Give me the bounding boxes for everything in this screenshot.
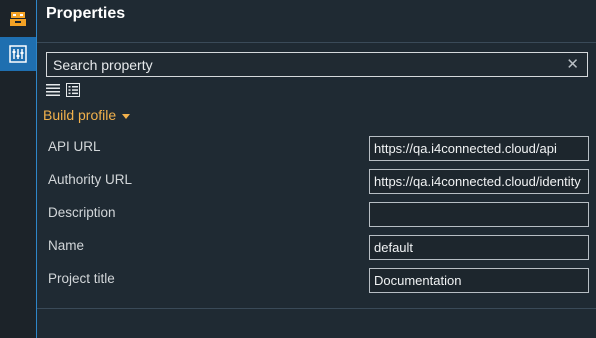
caret-down-icon: [122, 113, 131, 119]
properties-panel: Properties Search property ✕ Build profi…: [37, 0, 596, 338]
property-value-field[interactable]: default: [369, 235, 589, 260]
property-value-field[interactable]: https://qa.i4connected.cloud/api: [369, 136, 589, 161]
property-value-field[interactable]: Documentation: [369, 268, 589, 293]
group-label: Build profile: [43, 107, 117, 123]
search-input[interactable]: Search property ✕: [46, 52, 588, 77]
toolbox-icon: [10, 12, 26, 26]
property-label: Name: [48, 238, 85, 253]
panel-title: Properties: [46, 5, 126, 22]
close-icon[interactable]: ✕: [566, 55, 579, 73]
bottom-divider: [37, 308, 596, 309]
left-toolbar: [0, 0, 37, 338]
property-value-field[interactable]: https://qa.i4connected.cloud/identity: [369, 169, 589, 194]
property-row-project-title: Project title Documentation: [37, 266, 596, 294]
properties-icon: [9, 45, 27, 63]
group-build-profile[interactable]: Build profile: [43, 107, 131, 123]
property-label: Description: [48, 205, 116, 220]
property-row-description: Description: [37, 200, 596, 228]
view-mode-toolbar: [46, 83, 80, 97]
property-row-authority-url: Authority URL https://qa.i4connected.clo…: [37, 167, 596, 195]
property-label: API URL: [48, 139, 101, 154]
property-value-field[interactable]: [369, 202, 589, 227]
property-row-api-url: API URL https://qa.i4connected.cloud/api: [37, 134, 596, 162]
property-label: Project title: [48, 271, 115, 286]
property-label: Authority URL: [48, 172, 133, 187]
title-divider: [37, 42, 596, 43]
properties-button[interactable]: [0, 37, 36, 71]
search-placeholder: Search property: [53, 57, 153, 73]
alphabetical-view-icon[interactable]: [66, 83, 80, 97]
toolbox-button[interactable]: [0, 2, 36, 36]
categorized-view-icon[interactable]: [46, 83, 60, 97]
property-row-name: Name default: [37, 233, 596, 261]
